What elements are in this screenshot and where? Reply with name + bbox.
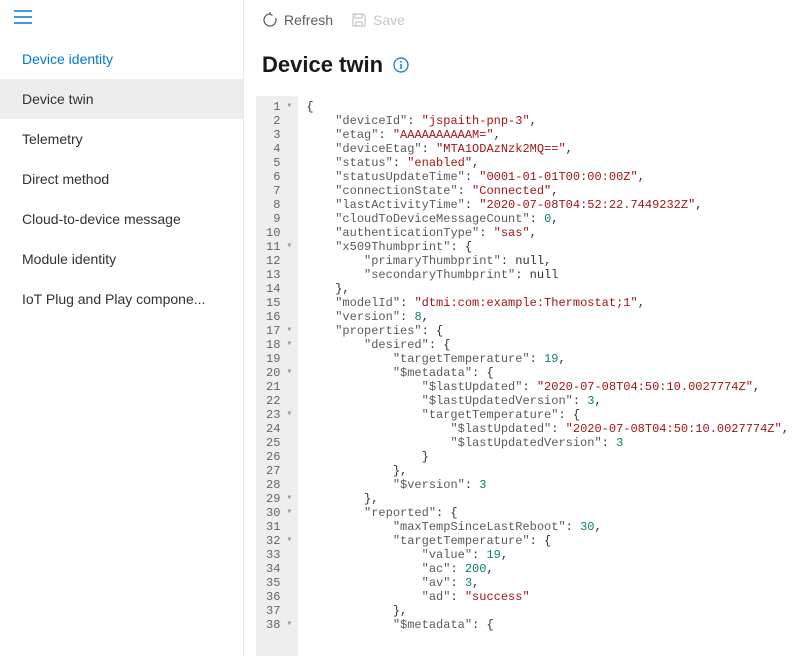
refresh-label: Refresh — [284, 12, 333, 28]
save-button: Save — [351, 12, 405, 28]
save-icon — [351, 12, 367, 28]
sidebar-item-6[interactable]: IoT Plug and Play compone... — [0, 279, 243, 319]
toolbar: Refresh Save — [244, 0, 802, 38]
sidebar-item-0[interactable]: Device identity — [0, 39, 243, 79]
refresh-button[interactable]: Refresh — [262, 12, 333, 28]
save-label: Save — [373, 12, 405, 28]
page-title: Device twin — [262, 52, 383, 78]
json-editor[interactable]: 1▾2 3 4 5 6 7 8 9 10 11▾12 13 14 15 16 1… — [244, 96, 802, 656]
sidebar-item-2[interactable]: Telemetry — [0, 119, 243, 159]
sidebar-item-1[interactable]: Device twin — [0, 79, 243, 119]
sidebar: Device identityDevice twinTelemetryDirec… — [0, 0, 244, 656]
sidebar-item-4[interactable]: Cloud-to-device message — [0, 199, 243, 239]
sidebar-item-3[interactable]: Direct method — [0, 159, 243, 199]
editor-gutter: 1▾2 3 4 5 6 7 8 9 10 11▾12 13 14 15 16 1… — [256, 96, 298, 656]
hamburger-menu-button[interactable] — [0, 0, 243, 33]
sidebar-item-5[interactable]: Module identity — [0, 239, 243, 279]
editor-code[interactable]: { "deviceId": "jspaith-pnp-3", "etag": "… — [298, 96, 802, 656]
page-title-row: Device twin — [244, 38, 802, 96]
refresh-icon — [262, 12, 278, 28]
info-icon[interactable] — [393, 57, 409, 73]
main: Refresh Save Device twin 1▾2 3 4 5 6 7 8… — [244, 0, 802, 656]
hamburger-icon — [14, 10, 32, 24]
sidebar-nav: Device identityDevice twinTelemetryDirec… — [0, 33, 243, 319]
